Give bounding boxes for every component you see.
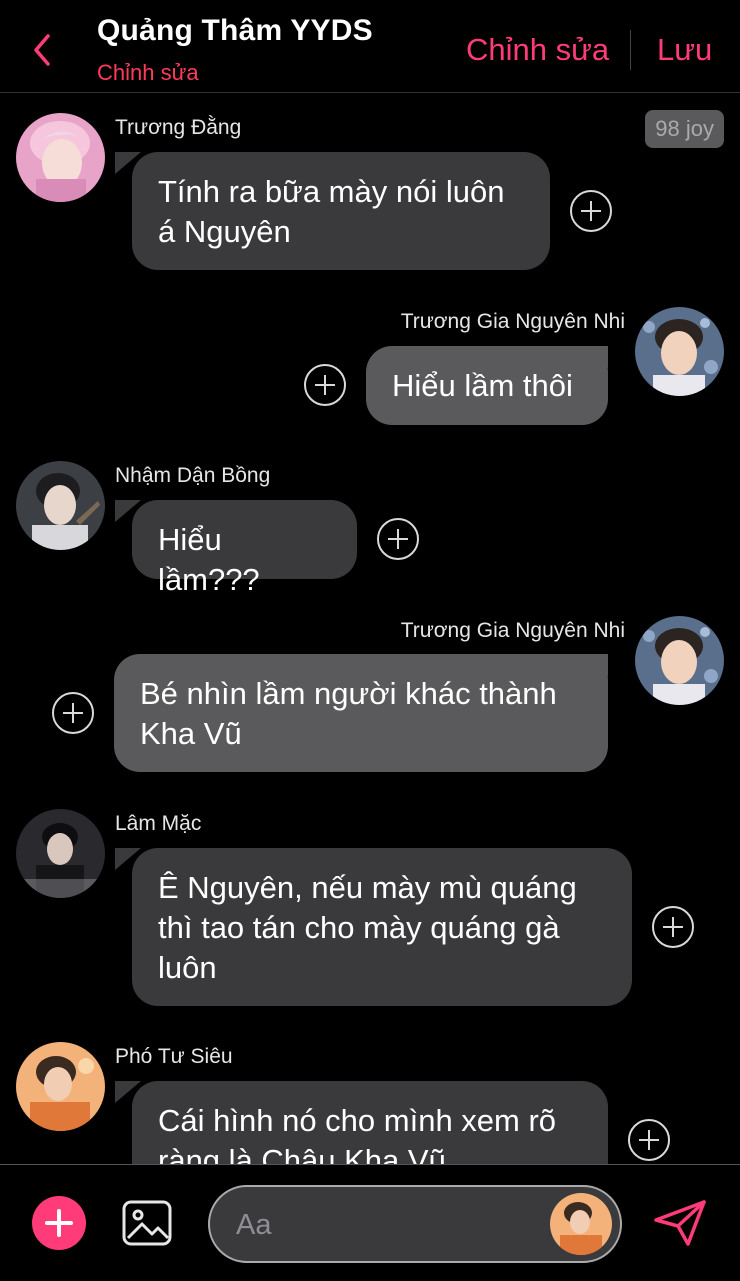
sender-name: Nhậm Dận Bồng [115, 464, 271, 487]
message-bubble[interactable]: Bé nhìn lầm người khác thành Kha Vũ [114, 654, 608, 772]
sender-name: Trương Đằng [115, 116, 242, 139]
save-button[interactable]: Lưu [657, 32, 712, 68]
avatar[interactable] [16, 1042, 105, 1131]
message-bubble[interactable]: Hiểu lầm thôi [366, 346, 608, 425]
avatar[interactable] [635, 307, 724, 396]
avatar[interactable] [16, 113, 105, 202]
add-reaction-icon[interactable] [304, 364, 346, 406]
message-bubble[interactable]: Hiểu lầm??? [132, 500, 357, 597]
chat-header: Quảng Thâm YYDS Chỉnh sửa Chỉnh sửa Lưu [0, 0, 740, 93]
composer-bar [0, 1164, 740, 1281]
message-bubble[interactable]: Ê Nguyên, nếu mày mù quáng thì tao tán c… [132, 848, 632, 1006]
message-input[interactable] [236, 1205, 536, 1245]
edit-button[interactable]: Chỉnh sửa [466, 32, 609, 68]
chat-title: Quảng Thâm YYDS [97, 14, 373, 47]
back-chevron-icon[interactable] [28, 30, 58, 70]
image-icon[interactable] [122, 1198, 172, 1248]
add-reaction-icon[interactable] [628, 1119, 670, 1161]
avatar[interactable] [16, 809, 105, 898]
header-divider [630, 30, 631, 70]
plus-icon[interactable] [32, 1196, 86, 1250]
add-reaction-icon[interactable] [377, 518, 419, 560]
add-reaction-icon[interactable] [652, 906, 694, 948]
avatar[interactable] [550, 1193, 612, 1255]
add-reaction-icon[interactable] [570, 190, 612, 232]
sender-name: Trương Gia Nguyên Nhi [400, 619, 625, 642]
add-reaction-icon[interactable] [52, 692, 94, 734]
avatar[interactable] [635, 616, 724, 705]
message-bubble[interactable]: Cái hình nó cho mình xem rõ ràng là Châu… [132, 1081, 608, 1164]
sender-name: Phó Tư Siêu [115, 1045, 233, 1068]
message-bubble[interactable]: Tính ra bữa mày nói luôn á Nguyên [132, 152, 550, 270]
sender-name: Trương Gia Nguyên Nhi [400, 310, 625, 333]
avatar[interactable] [16, 461, 105, 550]
message-input-wrapper[interactable] [208, 1185, 622, 1263]
send-icon[interactable] [652, 1198, 708, 1248]
sender-name: Lâm Mặc [115, 812, 202, 835]
joy-count-badge: 98 joy [645, 110, 724, 148]
message-list[interactable]: 98 joy Trương Đằng Tính ra bữa mày nói l… [0, 94, 740, 1164]
chat-subtitle[interactable]: Chỉnh sửa [97, 60, 199, 86]
